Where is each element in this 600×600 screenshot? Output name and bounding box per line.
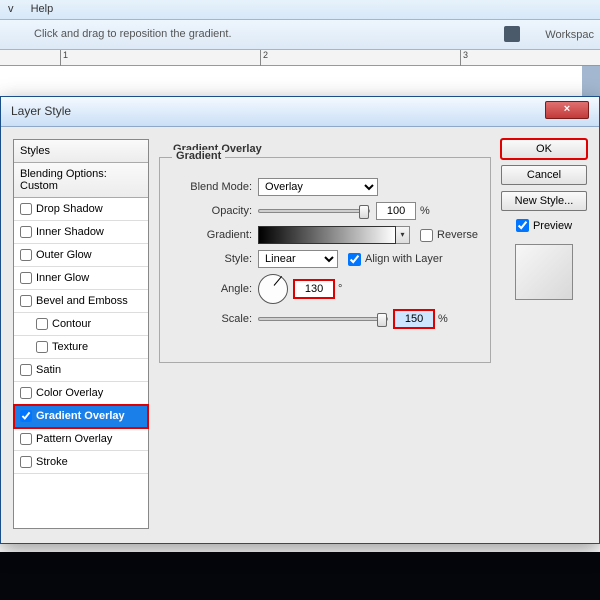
- style-pattern-overlay[interactable]: Pattern Overlay: [14, 428, 148, 451]
- angle-label: Angle:: [172, 283, 258, 295]
- style-select[interactable]: Linear: [258, 250, 338, 268]
- style-label: Color Overlay: [36, 387, 103, 399]
- gradient-swatch[interactable]: [258, 226, 396, 244]
- angle-dial[interactable]: [258, 274, 288, 304]
- style-bevel[interactable]: Bevel and Emboss: [14, 290, 148, 313]
- preview-swatch: [515, 244, 573, 300]
- checkbox[interactable]: [36, 318, 48, 330]
- degree-label: °: [338, 283, 342, 295]
- checkbox[interactable]: [20, 410, 32, 422]
- checkbox[interactable]: [20, 364, 32, 376]
- style-satin[interactable]: Satin: [14, 359, 148, 382]
- opacity-slider[interactable]: [258, 209, 370, 213]
- style-label: Pattern Overlay: [36, 433, 112, 445]
- style-label: Satin: [36, 364, 61, 376]
- styles-header[interactable]: Styles: [14, 140, 148, 163]
- opacity-input[interactable]: [376, 202, 416, 220]
- ruler-tick: 1: [60, 50, 68, 66]
- checkbox[interactable]: [20, 387, 32, 399]
- cancel-button[interactable]: Cancel: [501, 165, 587, 185]
- style-label: Style:: [172, 253, 258, 265]
- style-inner-glow[interactable]: Inner Glow: [14, 267, 148, 290]
- style-color-overlay[interactable]: Color Overlay: [14, 382, 148, 405]
- gradient-label: Gradient:: [172, 229, 258, 241]
- style-label: Stroke: [36, 456, 68, 468]
- gradient-fieldset: Gradient Blend Mode: Overlay Opacity: % …: [159, 157, 491, 363]
- dialog-titlebar[interactable]: Layer Style ×: [1, 97, 599, 127]
- workspace-label[interactable]: Workspac: [545, 20, 594, 50]
- ruler: 1 2 3: [0, 50, 600, 66]
- style-contour[interactable]: Contour: [14, 313, 148, 336]
- checkbox[interactable]: [20, 295, 32, 307]
- checkbox[interactable]: [36, 341, 48, 353]
- style-label: Contour: [52, 318, 91, 330]
- fieldset-legend: Gradient: [172, 150, 225, 162]
- dialog-title: Layer Style: [1, 97, 81, 125]
- scale-label: Scale:: [172, 313, 258, 325]
- blend-mode-select[interactable]: Overlay: [258, 178, 378, 196]
- checkbox[interactable]: [20, 249, 32, 261]
- checkbox[interactable]: [20, 433, 32, 445]
- menu-item[interactable]: v: [8, 3, 14, 15]
- checkbox[interactable]: [20, 226, 32, 238]
- style-outer-glow[interactable]: Outer Glow: [14, 244, 148, 267]
- preview-checkbox[interactable]: [516, 219, 529, 232]
- preview-label: Preview: [533, 220, 572, 232]
- style-inner-shadow[interactable]: Inner Shadow: [14, 221, 148, 244]
- checkbox[interactable]: [20, 272, 32, 284]
- style-texture[interactable]: Texture: [14, 336, 148, 359]
- blend-mode-label: Blend Mode:: [172, 181, 258, 193]
- opacity-label: Opacity:: [172, 205, 258, 217]
- align-checkbox[interactable]: [348, 253, 361, 266]
- style-stroke[interactable]: Stroke: [14, 451, 148, 474]
- style-label: Drop Shadow: [36, 203, 103, 215]
- options-hint: Click and drag to reposition the gradien…: [34, 28, 232, 40]
- percent-label: %: [438, 313, 448, 325]
- styles-list: Styles Blending Options: Custom Drop Sha…: [13, 139, 149, 529]
- scale-slider[interactable]: [258, 317, 388, 321]
- new-style-button[interactable]: New Style...: [501, 191, 587, 211]
- style-drop-shadow[interactable]: Drop Shadow: [14, 198, 148, 221]
- checkbox[interactable]: [20, 203, 32, 215]
- checkbox[interactable]: [20, 456, 32, 468]
- style-label: Texture: [52, 341, 88, 353]
- scale-input[interactable]: [394, 310, 434, 328]
- align-label: Align with Layer: [365, 253, 443, 265]
- style-label: Inner Glow: [36, 272, 89, 284]
- slider-thumb[interactable]: [377, 313, 387, 327]
- style-label: Bevel and Emboss: [36, 295, 128, 307]
- slider-thumb[interactable]: [359, 205, 369, 219]
- ruler-tick: 2: [260, 50, 268, 66]
- stage-background: [0, 552, 600, 600]
- style-label: Inner Shadow: [36, 226, 104, 238]
- ok-button[interactable]: OK: [501, 139, 587, 159]
- reverse-label: Reverse: [437, 229, 478, 241]
- close-button[interactable]: ×: [545, 101, 589, 119]
- reverse-checkbox[interactable]: [420, 229, 433, 242]
- workspace-icon[interactable]: [504, 26, 520, 42]
- style-label: Outer Glow: [36, 249, 92, 261]
- menu-item-help[interactable]: Help: [31, 3, 54, 15]
- style-gradient-overlay[interactable]: Gradient Overlay: [14, 405, 148, 428]
- style-label: Gradient Overlay: [36, 410, 125, 422]
- layer-style-dialog: Layer Style × Styles Blending Options: C…: [0, 96, 600, 544]
- ruler-tick: 3: [460, 50, 468, 66]
- blending-options[interactable]: Blending Options: Custom: [14, 163, 148, 198]
- angle-input[interactable]: [294, 280, 334, 298]
- percent-label: %: [420, 205, 430, 217]
- gradient-dropdown-arrow[interactable]: ▾: [396, 226, 410, 244]
